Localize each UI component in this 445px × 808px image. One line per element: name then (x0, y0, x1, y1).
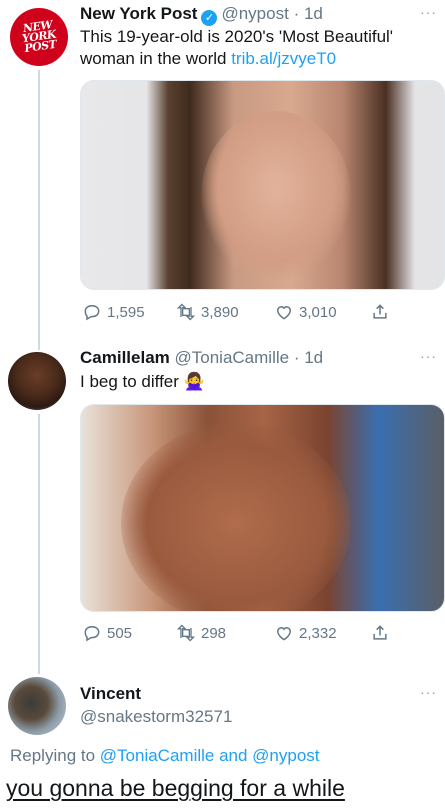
tweet2-reply-count: 505 (107, 624, 133, 642)
more-icon[interactable]: ··· (420, 4, 437, 20)
tweet2-image[interactable] (80, 404, 445, 612)
tweet1-display-name[interactable]: New York Post (80, 4, 197, 23)
nypost-logo: NEW YORK POST (21, 18, 58, 56)
reply-and-text: and (214, 746, 253, 765)
like-icon (276, 306, 292, 320)
reply-mention-nypost[interactable]: @nypost (252, 746, 319, 765)
tweet2-like-count: 2,332 (299, 624, 337, 642)
reply-mention-toniacamille[interactable]: @ToniaCamille (100, 746, 215, 765)
retweet-icon (176, 303, 196, 321)
tweet1-separator: · (293, 4, 300, 23)
avatar-nypost[interactable]: NEW YORK POST (10, 8, 68, 66)
like-icon (276, 627, 292, 641)
tweet2-retweet-button[interactable]: 298 (176, 623, 226, 643)
more-icon[interactable]: ··· (420, 348, 437, 364)
retweet-icon (176, 624, 196, 642)
tweet1-image[interactable] (80, 80, 445, 290)
tweet2-share-button[interactable] (370, 623, 390, 643)
tweet1-header: New York Post ✓ @nypost · 1d (80, 4, 323, 26)
tweet2-time[interactable]: 1d (304, 348, 323, 367)
tweet1-time[interactable]: 1d (304, 4, 323, 23)
tweet1-retweet-button[interactable]: 3,890 (176, 302, 239, 322)
tweet2-separator: · (293, 348, 300, 367)
thread-line-2 (38, 414, 40, 674)
avatar-camillelam[interactable] (8, 352, 66, 410)
thread-line-1 (38, 70, 40, 350)
tweet2-text: I beg to differ 🙅‍♀️ (80, 372, 205, 391)
replying-to-line: Replying to @ToniaCamille and @nypost (10, 746, 320, 766)
tweet3-display-name[interactable]: Vincent (80, 684, 141, 704)
replying-to-label: Replying to (10, 746, 100, 765)
tweet3-text: you gonna be begging for a while (6, 775, 345, 801)
tweet1-handle[interactable]: @nypost (221, 4, 288, 23)
tweet1-share-button[interactable] (370, 302, 390, 322)
avatar-vincent[interactable] (8, 677, 66, 735)
more-icon[interactable]: ··· (420, 684, 437, 700)
tweet1-link[interactable]: trib.al/jzvyeT0 (231, 49, 336, 68)
share-icon (373, 625, 387, 640)
tweet1-like-button[interactable]: 3,010 (274, 302, 337, 322)
tweet2-display-name[interactable]: Camillelam (80, 348, 170, 367)
share-icon (373, 304, 387, 319)
reply-icon (84, 304, 100, 321)
tweet1-text: This 19-year-old is 2020's 'Most Beautif… (80, 26, 440, 70)
tweet1-reply-button[interactable]: 1,595 (82, 302, 145, 322)
verified-badge-icon: ✓ (201, 10, 218, 26)
tweet2-reply-button[interactable]: 505 (82, 623, 132, 643)
tweet2-header: Camillelam @ToniaCamille · 1d (80, 348, 323, 368)
tweet2-retweet-count: 298 (201, 624, 227, 642)
tweet1-like-count: 3,010 (299, 303, 337, 321)
tweet3-handle[interactable]: @snakestorm32571 (80, 707, 232, 727)
tweet2-like-button[interactable]: 2,332 (274, 623, 337, 643)
tweet1-reply-count: 1,595 (107, 303, 145, 321)
tweet2-handle[interactable]: @ToniaCamille (175, 348, 290, 367)
tweet1-retweet-count: 3,890 (201, 303, 239, 321)
reply-icon (84, 625, 100, 642)
